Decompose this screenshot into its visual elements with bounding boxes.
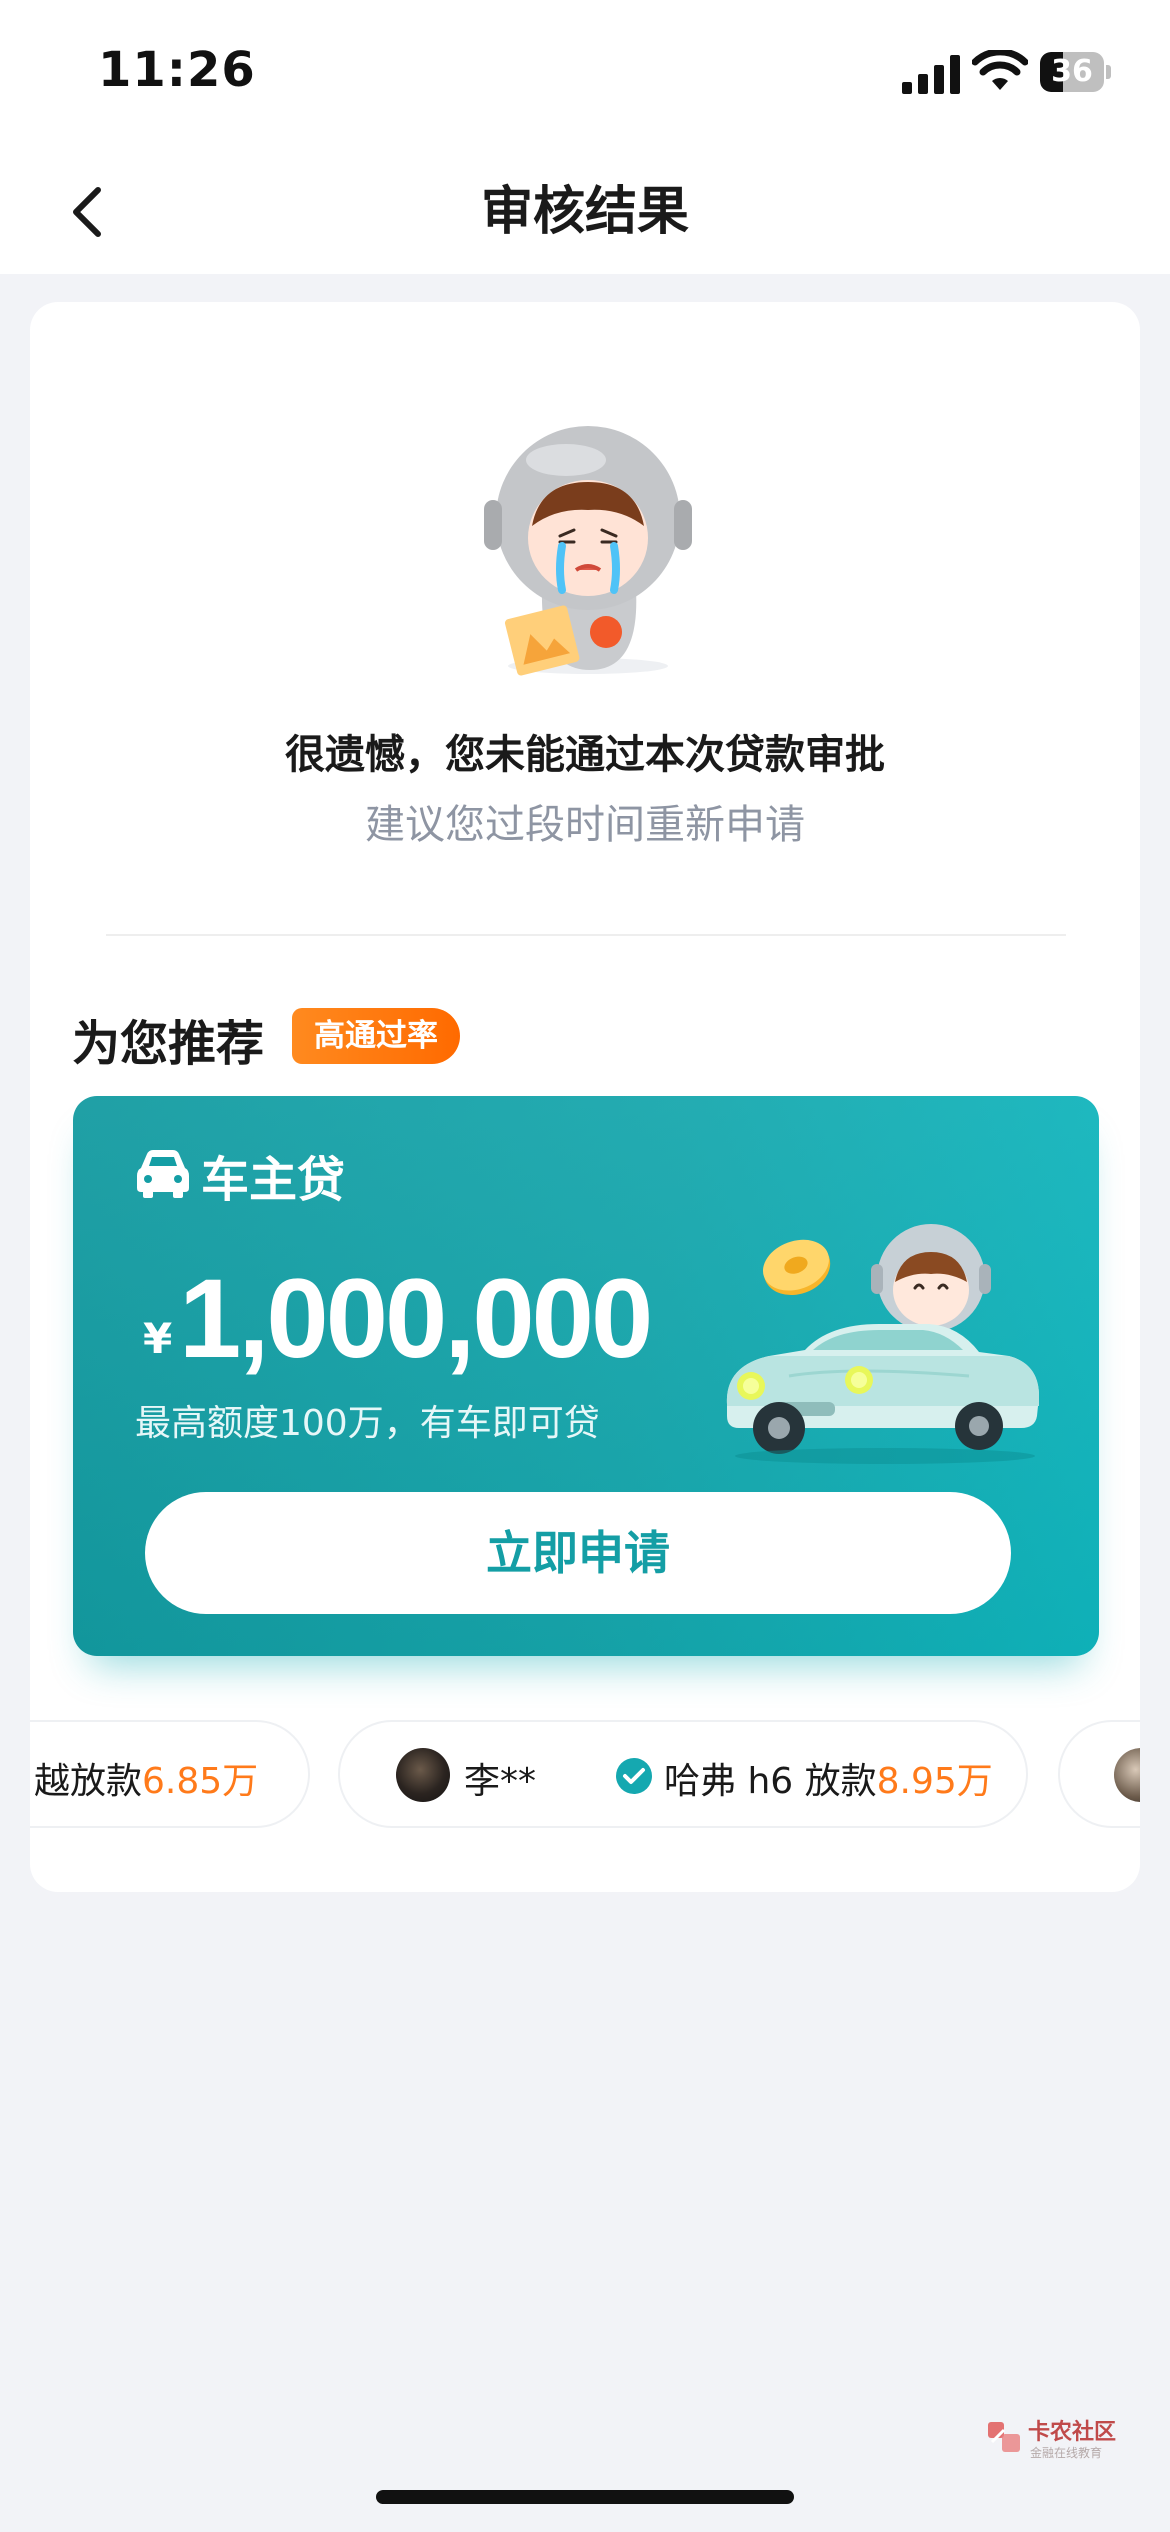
apply-button[interactable]: 立即申请 bbox=[145, 1492, 1011, 1614]
ticker-item: 李** 哈弗 h6 放款8.95万 bbox=[338, 1720, 1028, 1828]
car-icon bbox=[137, 1150, 189, 1198]
divider bbox=[106, 934, 1066, 936]
currency-symbol: ¥ bbox=[143, 1314, 173, 1363]
loan-amount: 1,000,000 bbox=[179, 1256, 653, 1381]
status-time: 11:26 bbox=[98, 42, 256, 98]
battery-icon: 36 bbox=[1040, 52, 1111, 92]
ticker-loan-amount: 8.95万 bbox=[876, 1761, 993, 1802]
ticker-loan-amount: 6.85万 bbox=[142, 1761, 259, 1802]
ticker-item: 越放款6.85万 bbox=[30, 1720, 310, 1828]
ticker-user-name: 李** bbox=[464, 1761, 537, 1802]
watermark-name: 卡农社区 bbox=[1028, 2420, 1117, 2445]
product-card-car-loan[interactable]: 车主贷 ¥ 1,000,000 最高额度100万，有车即可贷 立即申请 bbox=[73, 1096, 1099, 1656]
check-circle-icon bbox=[616, 1758, 652, 1794]
watermark-tagline: 金融在线教育 bbox=[1030, 2446, 1103, 2460]
result-card: 很遗憾，您未能通过本次贷款审批 建议您过段时间重新申请 为您推荐 高通过率 车主… bbox=[30, 302, 1140, 1892]
loan-ticker: 越放款6.85万 李** 哈弗 h6 放款8.95万 bbox=[30, 1720, 1140, 1832]
product-name: 车主贷 bbox=[201, 1152, 346, 1208]
ticker-item bbox=[1058, 1720, 1140, 1828]
result-subtitle: 建议您过段时间重新申请 bbox=[365, 802, 805, 848]
avatar bbox=[1114, 1748, 1140, 1802]
back-chevron-icon bbox=[73, 187, 101, 237]
avatar bbox=[396, 1748, 450, 1802]
result-title: 很遗憾，您未能通过本次贷款审批 bbox=[285, 732, 885, 778]
recommend-title: 为您推荐 bbox=[72, 1016, 265, 1072]
back-button[interactable] bbox=[50, 172, 130, 252]
nav-bar: 审核结果 bbox=[0, 150, 1170, 274]
status-bar: 11:26 36 bbox=[0, 0, 1170, 150]
product-description: 最高额度100万，有车即可贷 bbox=[135, 1403, 600, 1444]
ticker-loan-text: 哈弗 h6 放款 bbox=[664, 1761, 877, 1802]
recommend-badge: 高通过率 bbox=[292, 1008, 460, 1064]
ticker-loan-text: 越放款 bbox=[34, 1761, 143, 1802]
page-title: 审核结果 bbox=[480, 182, 689, 242]
watermark: 卡农社区 金融在线教育 bbox=[986, 2414, 1116, 2468]
wifi-icon bbox=[972, 50, 1028, 90]
astronaut-car-illustration bbox=[726, 1224, 1039, 1464]
signal-icon bbox=[902, 55, 960, 94]
home-indicator[interactable] bbox=[376, 2490, 794, 2504]
sad-astronaut-illustration bbox=[484, 426, 692, 676]
battery-level: 36 bbox=[1051, 54, 1093, 89]
kanong-logo-icon bbox=[988, 2422, 1020, 2452]
